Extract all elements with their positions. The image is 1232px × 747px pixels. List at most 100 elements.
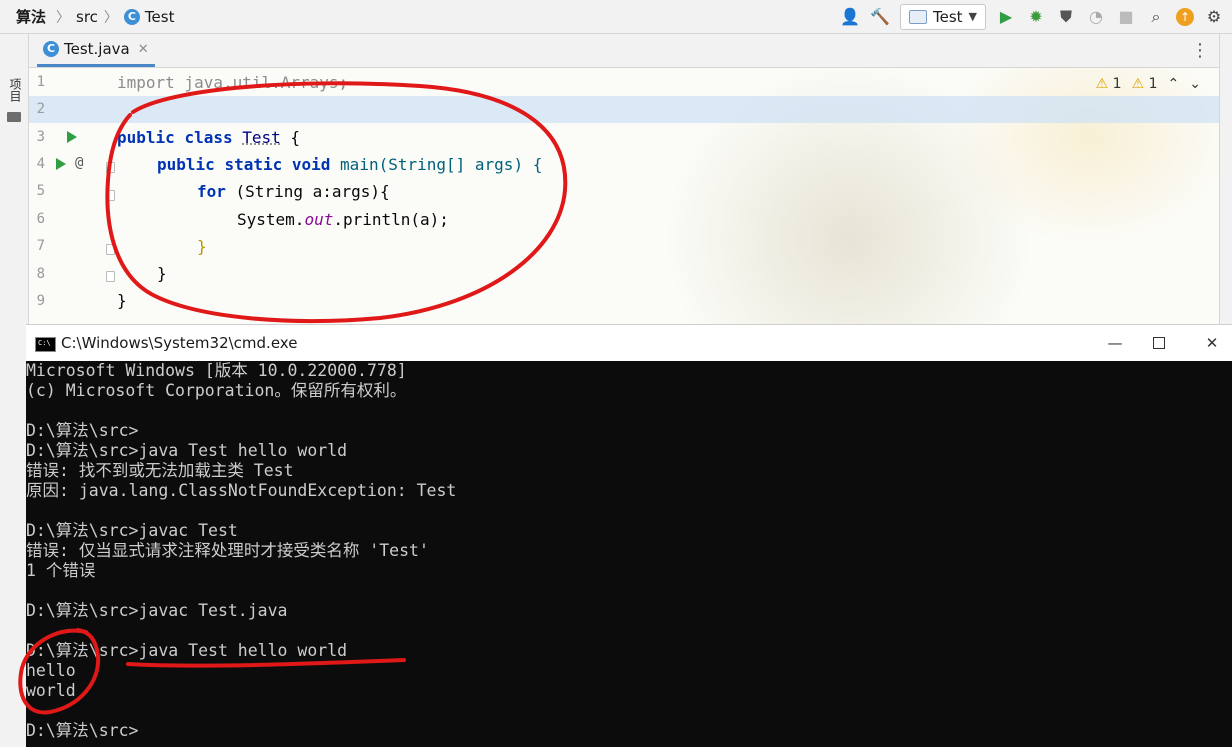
- code-line-6: System.out.println(a);: [237, 207, 449, 233]
- stop-icon[interactable]: ■: [1116, 7, 1136, 27]
- weak-warning-count[interactable]: ⚠ 1: [1132, 76, 1158, 92]
- line-number: 6: [36, 211, 45, 227]
- maximize-button[interactable]: [1136, 325, 1182, 361]
- console-line: Microsoft Windows [版本 10.0.22000.778]: [26, 361, 407, 380]
- breadcrumb-folder[interactable]: src: [76, 8, 98, 26]
- run-class-gutter-icon[interactable]: [67, 131, 77, 143]
- chevron-right-icon: 〉: [56, 9, 71, 26]
- cmd-window[interactable]: C:\Windows\System32\cmd.exe — ✕ Microsof…: [26, 324, 1232, 747]
- line-number: 5: [36, 183, 45, 199]
- console-line: 1 个错误: [26, 561, 96, 580]
- dropdown-icon: ▼: [968, 10, 977, 23]
- code-line-8: }: [157, 264, 167, 283]
- warning-icon: ⚠: [1131, 76, 1145, 92]
- cmd-icon: [35, 337, 56, 352]
- line-number: 3: [36, 129, 45, 145]
- for-header: (String a:args){: [225, 182, 390, 201]
- cmd-title: C:\Windows\System32\cmd.exe: [61, 334, 298, 352]
- console-line: D:\算法\src>java Test hello world: [26, 641, 348, 660]
- line-number: 8: [36, 266, 45, 282]
- console-line: D:\算法\src>: [26, 421, 139, 440]
- project-panel-label[interactable]: 项目: [7, 78, 24, 102]
- cmd-console[interactable]: Microsoft Windows [版本 10.0.22000.778] (c…: [26, 361, 1232, 747]
- fold-icon[interactable]: [106, 190, 115, 201]
- search-icon[interactable]: ⌕: [1146, 7, 1166, 27]
- java-class-icon: C: [43, 41, 59, 57]
- current-line-highlight: [29, 96, 1219, 123]
- code-line-1: import java.util.Arrays;: [117, 70, 348, 96]
- run-configuration-label: Test: [932, 7, 963, 26]
- keyword: public: [157, 155, 215, 174]
- minimize-button[interactable]: —: [1092, 325, 1138, 361]
- warning-count-value: 1: [1112, 76, 1122, 92]
- fold-icon[interactable]: [106, 271, 115, 282]
- class-name: Test: [242, 128, 281, 147]
- more-vertical-icon[interactable]: ⋮: [1191, 40, 1209, 61]
- code-line-7: }: [197, 237, 207, 256]
- run-configuration-select[interactable]: Test ▼: [899, 3, 986, 30]
- inspection-widget[interactable]: ⚠ 1 ⚠ 1 ⌃ ⌄: [1096, 76, 1201, 92]
- method-signature: main(String[] args) {: [340, 155, 543, 174]
- tab-label: Test.java: [64, 40, 130, 58]
- fold-icon[interactable]: [106, 244, 115, 255]
- println-call: .println(a);: [333, 210, 449, 229]
- warning-icon: ⚠: [1095, 76, 1109, 92]
- run-icon[interactable]: ▶: [996, 7, 1016, 27]
- code-line-4: public static void main(String[] args) {: [157, 152, 542, 178]
- code-line-9: }: [117, 291, 127, 310]
- chevron-right-icon: 〉: [103, 9, 118, 26]
- cmd-title-bar[interactable]: C:\Windows\System32\cmd.exe — ✕: [26, 324, 1232, 361]
- maximize-icon: [1153, 337, 1165, 349]
- close-icon[interactable]: ✕: [138, 42, 149, 57]
- editor-gutter: 1 2 3 4 5 6 7 8 9 @: [29, 68, 115, 324]
- line-number: 9: [36, 293, 45, 309]
- keyword: void: [291, 155, 331, 174]
- weak-warning-count-value: 1: [1148, 76, 1158, 92]
- line-number: 2: [36, 101, 45, 117]
- run-main-gutter-icon[interactable]: [56, 158, 66, 170]
- code-line-5: for (String a:args){: [197, 179, 390, 205]
- console-line: world: [26, 681, 76, 700]
- fold-icon[interactable]: [106, 162, 115, 173]
- system-ref: System.: [237, 210, 305, 229]
- debug-icon[interactable]: ✹: [1026, 7, 1046, 27]
- chevron-down-icon[interactable]: ⌄: [1189, 76, 1201, 92]
- console-line: 错误: 找不到或无法加载主类 Test: [26, 461, 294, 480]
- coverage-icon[interactable]: ⛊: [1056, 7, 1076, 27]
- brace: {: [280, 128, 301, 147]
- warning-count[interactable]: ⚠ 1: [1096, 76, 1122, 92]
- console-line: D:\算法\src>: [26, 721, 139, 740]
- ide-toolbar: 算法 〉 src 〉 C Test 👤 🔨 Test ▼ ▶ ✹ ⛊ ◔ ■ ⌕…: [0, 0, 1232, 34]
- override-at-icon[interactable]: @: [75, 155, 83, 171]
- code-line-3: public class Test {: [117, 125, 300, 151]
- line-number: 7: [36, 238, 45, 254]
- console-line: hello: [26, 661, 76, 680]
- console-line: D:\算法\src>java Test hello world: [26, 441, 348, 460]
- build-hammer-icon[interactable]: 🔨: [870, 7, 890, 27]
- line-number: 1: [36, 74, 45, 90]
- keyword-import: import: [117, 73, 175, 92]
- settings-icon[interactable]: ⚙: [1204, 7, 1224, 27]
- folder-icon[interactable]: [7, 112, 21, 122]
- user-icon[interactable]: 👤: [840, 7, 860, 27]
- profile-icon[interactable]: ◔: [1086, 7, 1106, 27]
- console-line: (c) Microsoft Corporation。保留所有权利。: [26, 381, 407, 400]
- config-icon: [908, 9, 927, 24]
- field-out: out: [304, 210, 334, 229]
- keyword: static: [224, 155, 283, 174]
- right-tool-strip: [1219, 34, 1232, 334]
- console-line: 原因: java.lang.ClassNotFoundException: Te…: [26, 481, 457, 500]
- code-editor[interactable]: 1 2 3 4 5 6 7 8 9 @ import java.util.Arr…: [29, 68, 1219, 324]
- close-button[interactable]: ✕: [1189, 325, 1232, 361]
- keyword: for: [197, 182, 226, 201]
- update-icon[interactable]: ↑: [1176, 7, 1194, 26]
- left-tool-strip: 项目: [0, 34, 29, 747]
- keyword: class: [184, 128, 233, 147]
- breadcrumb-file[interactable]: Test: [145, 8, 175, 26]
- console-line: D:\算法\src>javac Test.java: [26, 601, 288, 620]
- chevron-up-icon[interactable]: ⌃: [1168, 76, 1180, 92]
- console-line: D:\算法\src>javac Test: [26, 521, 238, 540]
- breadcrumb-project[interactable]: 算法: [8, 6, 50, 27]
- editor-tab-bar: C Test.java ✕ ⋮: [29, 34, 1219, 68]
- tab-test-java[interactable]: C Test.java ✕: [37, 34, 155, 67]
